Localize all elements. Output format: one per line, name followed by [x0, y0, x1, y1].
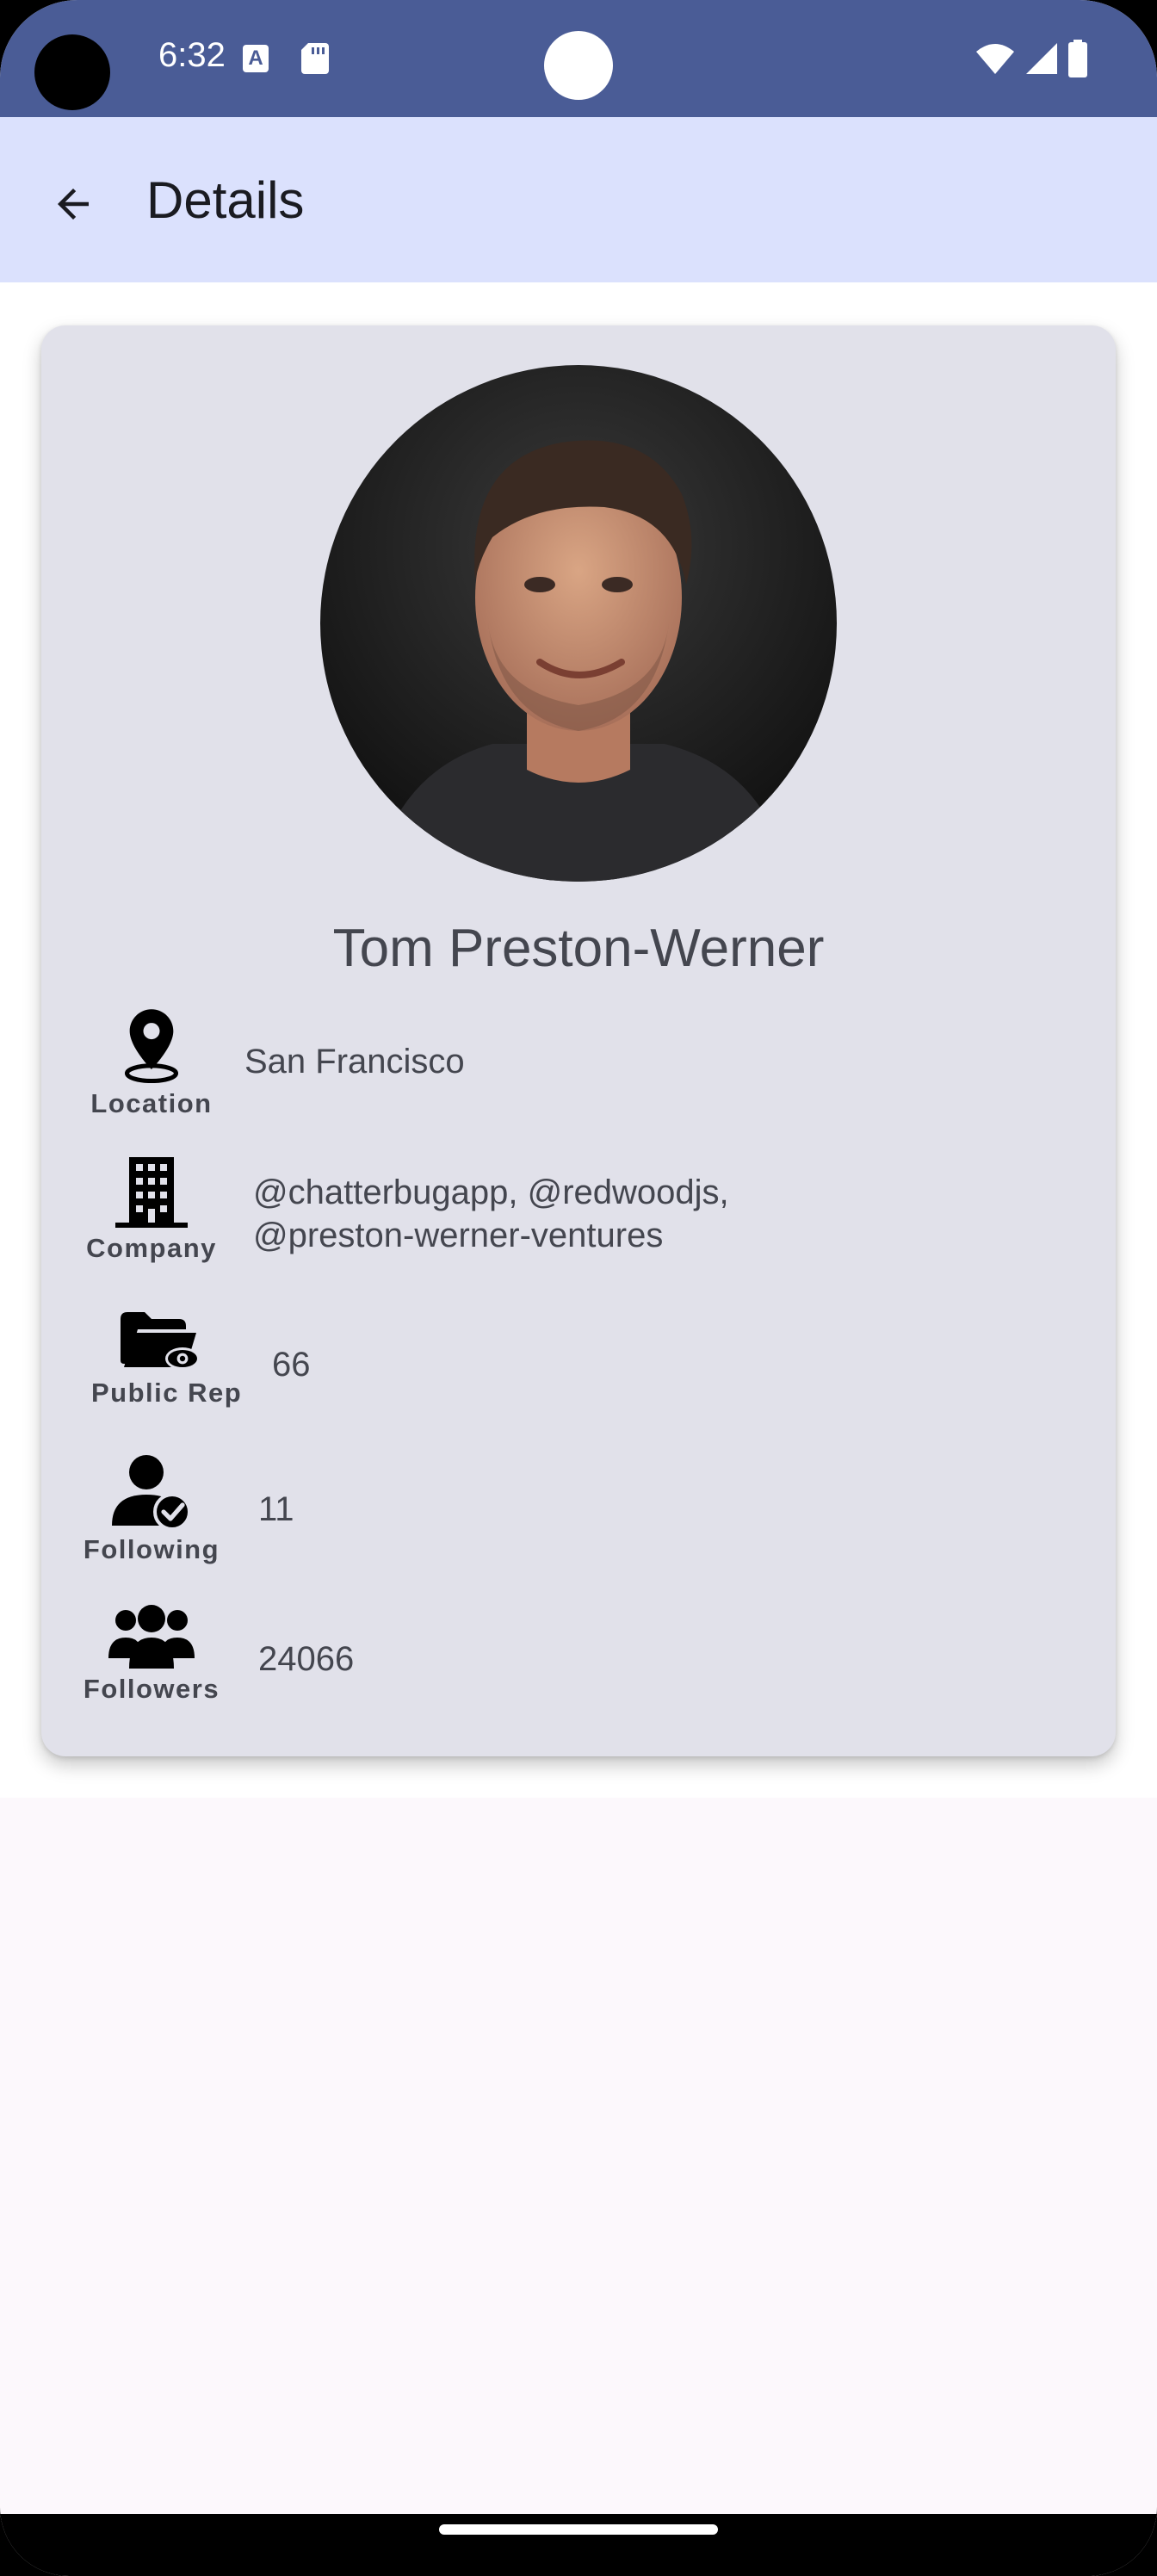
profile-name: Tom Preston-Werner	[332, 919, 825, 978]
status-right-icons	[974, 40, 1088, 77]
battery-icon	[1068, 40, 1087, 77]
home-gesture-handle[interactable]	[439, 2524, 718, 2535]
signal-icon	[1026, 43, 1057, 74]
text-a-icon: A	[243, 45, 269, 72]
location-pin-icon	[124, 1009, 179, 1083]
status-bar: 6:32 A	[0, 0, 1157, 117]
navigation-bar	[0, 2514, 1157, 2576]
following-value: 11	[258, 1490, 294, 1528]
followers-value: 24066	[258, 1640, 355, 1678]
arrow-back-icon	[58, 189, 89, 220]
status-dot	[544, 31, 613, 100]
wifi-icon	[976, 44, 1014, 74]
folder-eye-icon	[121, 1312, 200, 1370]
front-camera	[34, 34, 110, 110]
company-building-icon	[115, 1157, 188, 1228]
public-repos-label: Public Rep	[91, 1378, 243, 1408]
status-time: 6:32	[158, 36, 226, 74]
sd-card-icon	[301, 43, 329, 74]
group-icon	[108, 1605, 195, 1669]
avatar-photo	[320, 365, 837, 882]
following-label: Following	[83, 1534, 220, 1564]
company-value-line1: @chatterbugapp, @redwoodjs,	[253, 1173, 729, 1211]
location-value: San Francisco	[244, 1043, 465, 1081]
followers-label: Followers	[83, 1674, 220, 1704]
back-button[interactable]	[34, 165, 112, 243]
company-value: @chatterbugapp, @redwoodjs, @preston-wer…	[253, 1171, 729, 1257]
company-value-line2: @preston-werner-ventures	[253, 1217, 664, 1254]
company-label: Company	[86, 1233, 217, 1263]
page-title: Details	[146, 171, 305, 229]
location-label: Location	[90, 1088, 213, 1118]
app-screen: 6:32 A Details Tom Preston-Werner Locati…	[0, 0, 1157, 2576]
profile-card: Tom Preston-Werner Location San Francisc…	[41, 325, 1116, 1756]
public-repos-value: 66	[272, 1346, 311, 1384]
top-app-bar: Details	[0, 117, 1157, 282]
avatar	[320, 365, 837, 882]
person-check-icon	[112, 1455, 191, 1529]
